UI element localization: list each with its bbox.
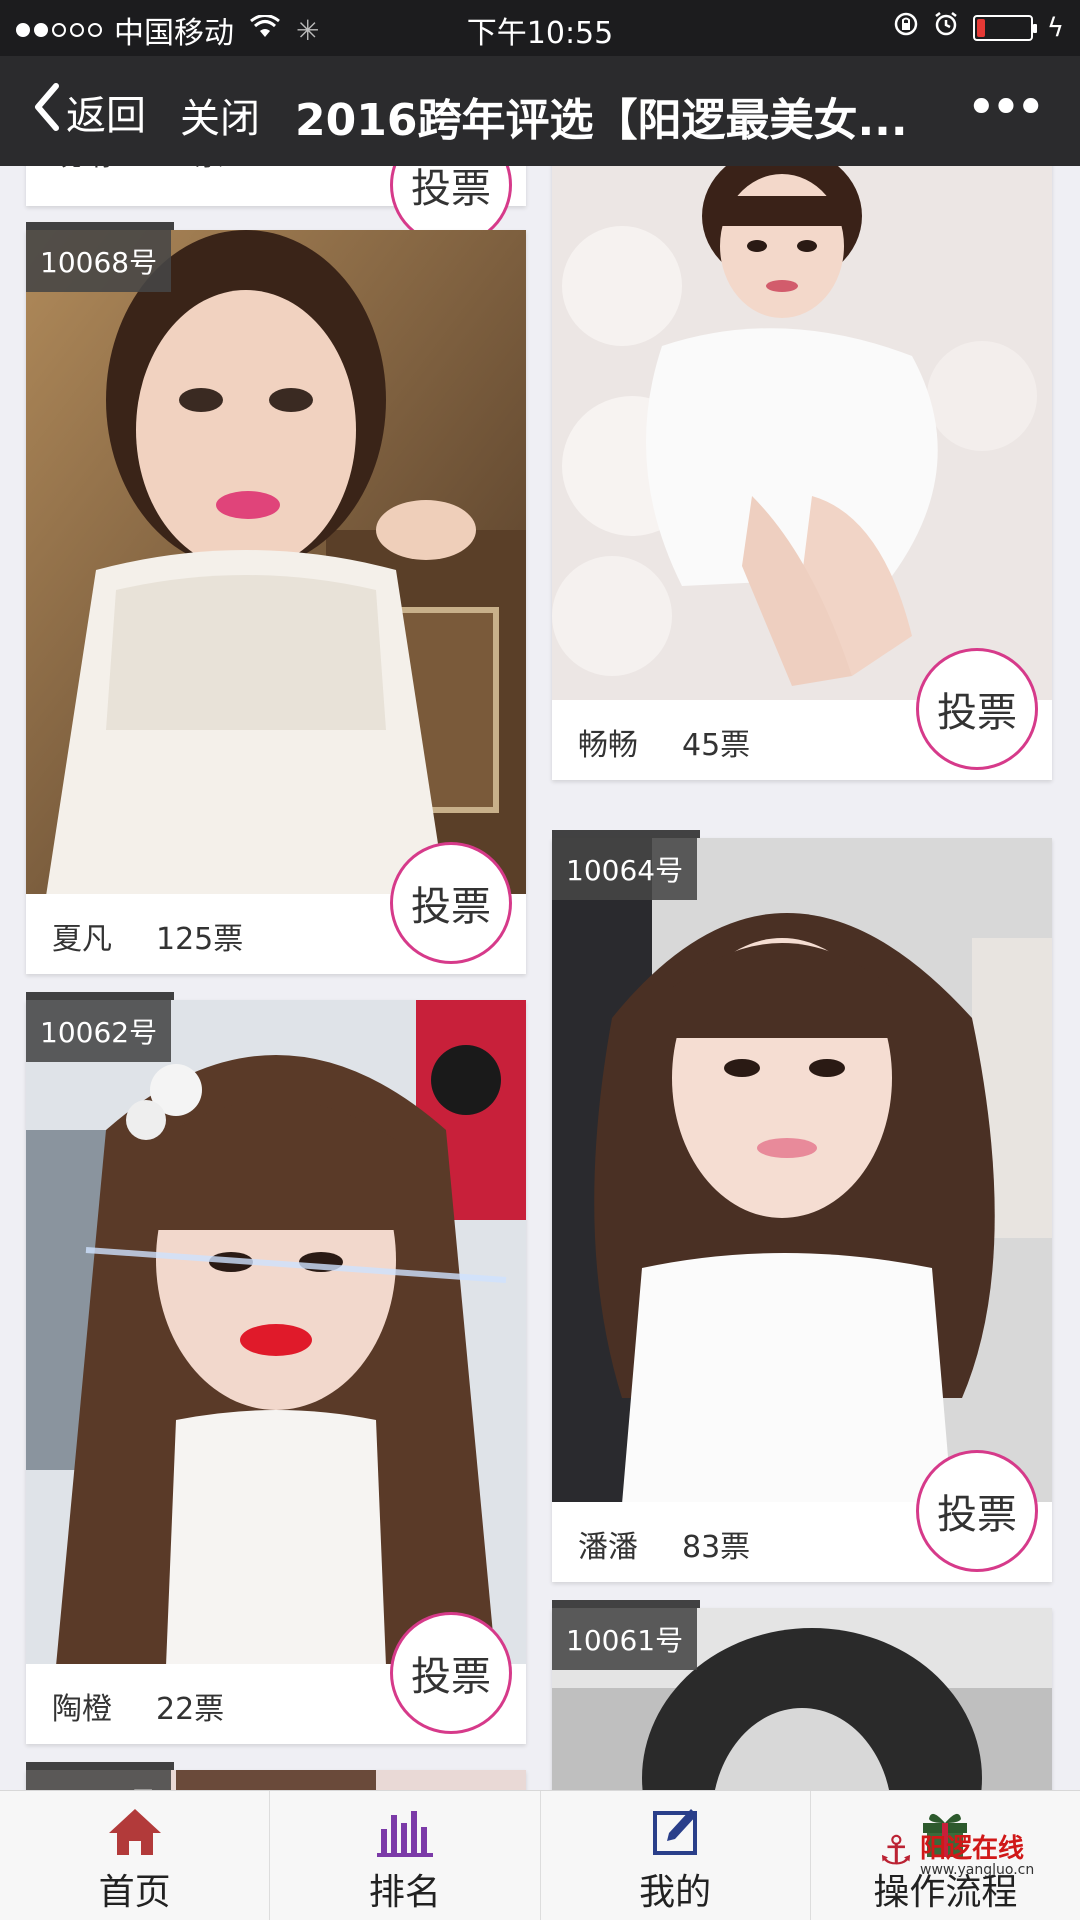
vote-button[interactable]: 投票	[390, 1612, 512, 1734]
watermark-text: 阳逻在线	[920, 1834, 1025, 1864]
orientation-lock-icon	[893, 10, 919, 45]
contestant-card[interactable]: 10064号 潘潘 83票 投票	[552, 830, 1052, 1582]
contestant-number-tag: 10064号	[552, 830, 701, 900]
contestant-photo[interactable]	[552, 838, 1052, 1504]
page-title: 2016跨年评选【阳逻最美女...	[295, 95, 908, 146]
contestant-grid: 晓晴 17票 投票 10068号	[0, 166, 1080, 1790]
contestant-card: 晓晴 17票 投票	[26, 166, 526, 246]
contestant-name: 夏凡	[52, 922, 112, 957]
contestant-name: 潘潘	[578, 1530, 638, 1565]
battery-icon	[972, 14, 1037, 41]
contestant-name: 畅畅	[578, 728, 638, 763]
site-watermark: ⚓ 阳逻在线 www.yangluo.cn	[878, 1814, 1068, 1894]
tab-label: 首页	[98, 1872, 171, 1913]
contestant-number-tag: 10060号	[26, 1762, 175, 1790]
tab-home[interactable]: 首页	[0, 1791, 271, 1920]
contestant-name: 晓晴	[52, 166, 112, 174]
contestant-number-tag: 10062号	[26, 992, 175, 1062]
vote-count: 17票	[156, 166, 224, 174]
nav-bar: 返回 关闭 2016跨年评选【阳逻最美女... •••	[0, 56, 1080, 166]
contestant-name: 陶橙	[52, 1692, 112, 1727]
charging-icon: ϟ	[1046, 12, 1064, 43]
vote-count: 45票	[682, 728, 751, 763]
back-label: 返回	[66, 92, 146, 139]
vote-count: 22票	[156, 1692, 225, 1727]
home-icon	[0, 1805, 269, 1859]
contestant-photo[interactable]	[26, 230, 526, 896]
vote-count: 125票	[156, 922, 244, 957]
vote-count: 83票	[682, 1530, 751, 1565]
status-right: ϟ	[893, 10, 1064, 45]
contestant-photo[interactable]	[26, 1000, 526, 1666]
tab-ranking[interactable]: 排名	[270, 1791, 541, 1920]
tab-label: 排名	[368, 1872, 441, 1913]
tab-mine[interactable]: 我的	[541, 1791, 811, 1920]
contestant-card[interactable]: 10062号 陶橙 22票 投票	[26, 992, 526, 1744]
contestant-number-tag: 10061号	[552, 1600, 701, 1670]
more-menu-button[interactable]: •••	[966, 78, 1046, 138]
contestant-card[interactable]: 10061号	[552, 1600, 1052, 1790]
contestant-number-tag: 10068号	[26, 222, 175, 292]
contestant-card[interactable]: 10060号	[26, 1762, 526, 1790]
close-button[interactable]: 关闭	[180, 86, 260, 144]
back-button[interactable]: 返回	[32, 82, 146, 141]
chevron-left-icon	[32, 82, 62, 141]
status-bar: 中国移动 ✳ 下午10:55 ϟ	[0, 0, 1080, 56]
edit-icon	[541, 1805, 810, 1859]
contestant-photo[interactable]	[552, 166, 1052, 702]
vote-button[interactable]: 投票	[390, 842, 512, 964]
alarm-icon	[933, 10, 959, 45]
contestant-card[interactable]: 畅畅 45票 投票	[552, 166, 1052, 780]
watermark-url: www.yangluo.cn	[920, 1862, 1035, 1878]
tab-label: 我的	[639, 1872, 712, 1913]
bar-chart-icon	[270, 1805, 539, 1859]
vote-button[interactable]: 投票	[916, 1450, 1038, 1572]
anchor-logo-icon: ⚓	[878, 1828, 914, 1874]
vote-button[interactable]: 投票	[916, 648, 1038, 770]
contestant-card[interactable]: 10068号 夏凡 125票 投票	[26, 222, 526, 974]
